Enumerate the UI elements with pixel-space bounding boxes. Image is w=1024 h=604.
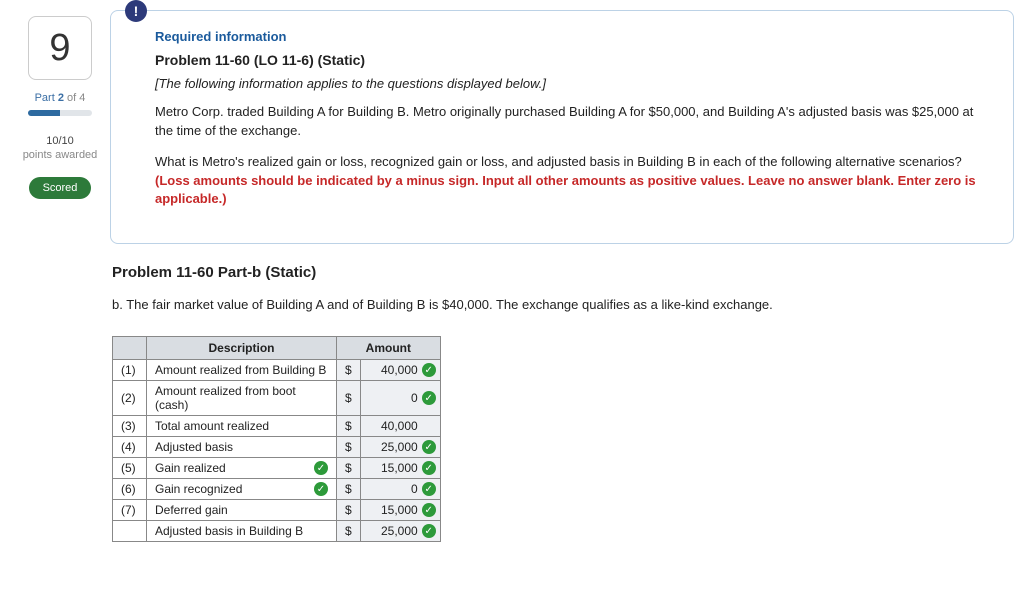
- row-index: (1): [113, 360, 147, 381]
- row-description: Total amount realized: [147, 416, 337, 437]
- scenario-paragraph: Metro Corp. traded Building A for Buildi…: [155, 103, 991, 141]
- col-description: Description: [147, 337, 337, 360]
- row-amount[interactable]: 40,000: [360, 416, 440, 437]
- question-number: 9: [49, 27, 70, 70]
- row-index: (3): [113, 416, 147, 437]
- progress-fill: [28, 110, 60, 116]
- row-description: Deferred gain: [147, 500, 337, 521]
- check-icon: ✓: [314, 461, 328, 475]
- page-root: 9 Part 2 of 4 10/10 points awarded Score…: [10, 10, 1014, 542]
- points-label: points awarded: [10, 148, 110, 162]
- part-b-text: b. The fair market value of Building A a…: [112, 297, 1014, 312]
- table-header-row: Description Amount: [113, 337, 441, 360]
- table-row: (7)Deferred gain$15,000✓: [113, 500, 441, 521]
- dollar-sign: $: [337, 521, 361, 542]
- row-description: Gain realized✓: [147, 458, 337, 479]
- points-awarded: 10/10 points awarded: [10, 134, 110, 163]
- dollar-sign: $: [337, 458, 361, 479]
- row-amount[interactable]: 0✓: [360, 381, 440, 416]
- check-icon: ✓: [314, 482, 328, 496]
- question-number-box: 9: [28, 16, 92, 80]
- table-corner: [113, 337, 147, 360]
- table-row: (1)Amount realized from Building B$40,00…: [113, 360, 441, 381]
- answer-table: Description Amount (1)Amount realized fr…: [112, 336, 441, 542]
- dollar-sign: $: [337, 500, 361, 521]
- progress-bar: [28, 110, 92, 116]
- scored-label: Scored: [43, 182, 78, 194]
- row-description: Amount realized from Building B: [147, 360, 337, 381]
- row-amount[interactable]: 15,000✓: [360, 458, 440, 479]
- instructions-paragraph: What is Metro's realized gain or loss, r…: [155, 153, 991, 210]
- row-description: Adjusted basis: [147, 437, 337, 458]
- required-information-card: ! Required information Problem 11-60 (LO…: [110, 10, 1014, 244]
- table-row: (2)Amount realized from boot (cash)$0✓: [113, 381, 441, 416]
- main-content: ! Required information Problem 11-60 (LO…: [110, 10, 1014, 542]
- row-amount[interactable]: 25,000✓: [360, 521, 440, 542]
- check-icon: ✓: [422, 482, 436, 496]
- row-index: [113, 521, 147, 542]
- scored-pill[interactable]: Scored: [29, 177, 92, 199]
- table-row: (6)Gain recognized✓$0✓: [113, 479, 441, 500]
- row-index: (6): [113, 479, 147, 500]
- dollar-sign: $: [337, 416, 361, 437]
- instructions-red: (Loss amounts should be indicated by a m…: [155, 173, 976, 207]
- instructions-lead: What is Metro's realized gain or loss, r…: [155, 154, 962, 169]
- row-index: (4): [113, 437, 147, 458]
- part-indicator: Part 2 of 4: [10, 92, 110, 104]
- table-body: (1)Amount realized from Building B$40,00…: [113, 360, 441, 542]
- part-prefix: Part: [35, 92, 55, 104]
- dollar-sign: $: [337, 381, 361, 416]
- row-amount[interactable]: 40,000✓: [360, 360, 440, 381]
- row-index: (7): [113, 500, 147, 521]
- row-description: Gain recognized✓: [147, 479, 337, 500]
- part-b-title: Problem 11-60 Part-b (Static): [112, 264, 1014, 281]
- part-current: 2: [58, 92, 64, 104]
- check-icon: ✓: [422, 363, 436, 377]
- row-amount[interactable]: 15,000✓: [360, 500, 440, 521]
- check-icon: ✓: [422, 391, 436, 405]
- table-row: (5)Gain realized✓$15,000✓: [113, 458, 441, 479]
- check-icon: ✓: [422, 524, 436, 538]
- row-amount[interactable]: 0✓: [360, 479, 440, 500]
- table-row: (4)Adjusted basis$25,000✓: [113, 437, 441, 458]
- row-index: (5): [113, 458, 147, 479]
- required-heading: Required information: [155, 29, 991, 44]
- points-value: 10/10: [10, 134, 110, 148]
- row-index: (2): [113, 381, 147, 416]
- row-amount[interactable]: 25,000✓: [360, 437, 440, 458]
- applies-note: [The following information applies to th…: [155, 76, 991, 91]
- dollar-sign: $: [337, 437, 361, 458]
- alert-glyph: !: [134, 3, 139, 19]
- row-description: Adjusted basis in Building B: [147, 521, 337, 542]
- check-icon: ✓: [422, 461, 436, 475]
- part-of: of: [67, 92, 76, 104]
- table-row: Adjusted basis in Building B$25,000✓: [113, 521, 441, 542]
- table-row: (3)Total amount realized$40,000: [113, 416, 441, 437]
- dollar-sign: $: [337, 360, 361, 381]
- dollar-sign: $: [337, 479, 361, 500]
- check-icon: ✓: [422, 503, 436, 517]
- part-total: 4: [79, 92, 85, 104]
- row-description: Amount realized from boot (cash): [147, 381, 337, 416]
- alert-icon: !: [125, 0, 147, 22]
- sidebar: 9 Part 2 of 4 10/10 points awarded Score…: [10, 10, 110, 542]
- check-icon: ✓: [422, 440, 436, 454]
- col-amount: Amount: [337, 337, 441, 360]
- problem-title: Problem 11-60 (LO 11-6) (Static): [155, 52, 991, 68]
